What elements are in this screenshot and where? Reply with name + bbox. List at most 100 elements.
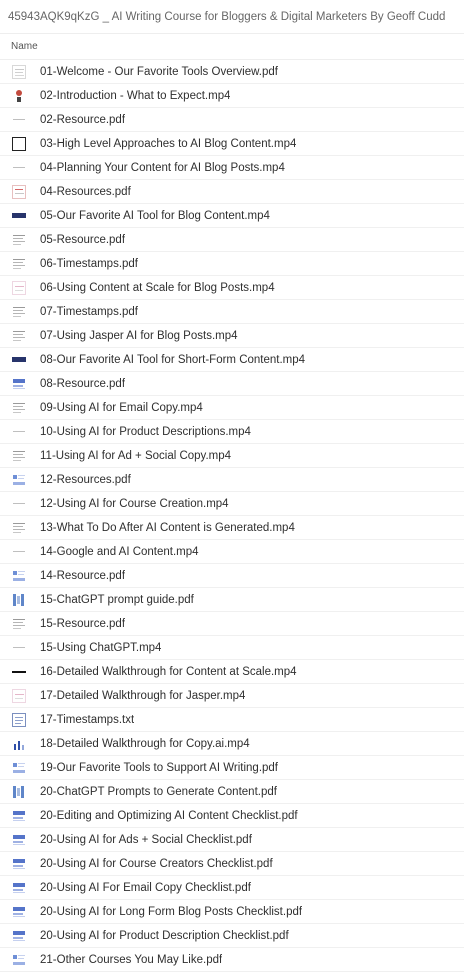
file-row[interactable]: 02-Introduction - What to Expect.mp4 xyxy=(0,84,464,108)
file-thumbnail-icon xyxy=(12,544,26,559)
file-thumbnail-icon xyxy=(12,832,26,847)
file-row[interactable]: 10-Using AI for Product Descriptions.mp4 xyxy=(0,420,464,444)
file-row[interactable]: 04-Planning Your Content for AI Blog Pos… xyxy=(0,156,464,180)
file-thumbnail-icon xyxy=(12,160,26,175)
file-row[interactable]: 07-Timestamps.pdf xyxy=(0,300,464,324)
file-name: 12-Resources.pdf xyxy=(40,473,131,486)
file-name: 20-Using AI for Ads + Social Checklist.p… xyxy=(40,833,252,846)
file-thumbnail-icon xyxy=(12,376,26,391)
file-name: 02-Introduction - What to Expect.mp4 xyxy=(40,89,231,102)
file-row[interactable]: 15-Resource.pdf xyxy=(0,612,464,636)
file-thumbnail-icon xyxy=(12,472,26,487)
file-thumbnail-icon xyxy=(12,184,26,199)
file-name: 14-Resource.pdf xyxy=(40,569,126,582)
file-thumbnail-icon xyxy=(12,136,26,151)
file-row[interactable]: 15-Using ChatGPT.mp4 xyxy=(0,636,464,660)
file-name: 20-Using AI for Product Description Chec… xyxy=(40,929,289,942)
file-thumbnail-icon xyxy=(12,400,26,415)
file-thumbnail-icon xyxy=(12,688,26,703)
file-name: 16-Detailed Walkthrough for Content at S… xyxy=(40,665,297,678)
file-name: 20-Using AI for Long Form Blog Posts Che… xyxy=(40,905,303,918)
file-thumbnail-icon xyxy=(12,112,26,127)
file-row[interactable]: 06-Using Content at Scale for Blog Posts… xyxy=(0,276,464,300)
file-row[interactable]: 18-Detailed Walkthrough for Copy.ai.mp4 xyxy=(0,732,464,756)
file-row[interactable]: 12-Using AI for Course Creation.mp4 xyxy=(0,492,464,516)
file-row[interactable]: 05-Our Favorite AI Tool for Blog Content… xyxy=(0,204,464,228)
column-header-label: Name xyxy=(11,41,38,52)
file-thumbnail-icon xyxy=(12,496,26,511)
file-name: 14-Google and AI Content.mp4 xyxy=(40,545,199,558)
file-row[interactable]: 01-Welcome - Our Favorite Tools Overview… xyxy=(0,60,464,84)
file-row[interactable]: 07-Using Jasper AI for Blog Posts.mp4 xyxy=(0,324,464,348)
title-bar: 45943AQK9qKzG _ AI Writing Course for Bl… xyxy=(0,0,464,34)
file-name: 15-Using ChatGPT.mp4 xyxy=(40,641,162,654)
file-name: 09-Using AI for Email Copy.mp4 xyxy=(40,401,203,414)
file-thumbnail-icon xyxy=(12,64,26,79)
file-name: 07-Timestamps.pdf xyxy=(40,305,138,318)
file-row[interactable]: 20-Using AI for Long Form Blog Posts Che… xyxy=(0,900,464,924)
file-thumbnail-icon xyxy=(12,232,26,247)
file-row[interactable]: 20-Using AI For Email Copy Checklist.pdf xyxy=(0,876,464,900)
file-row[interactable]: 20-Editing and Optimizing AI Content Che… xyxy=(0,804,464,828)
window-title: 45943AQK9qKzG _ AI Writing Course for Bl… xyxy=(8,10,446,23)
file-row[interactable]: 17-Detailed Walkthrough for Jasper.mp4 xyxy=(0,684,464,708)
file-thumbnail-icon xyxy=(12,640,26,655)
file-thumbnail-icon xyxy=(12,520,26,535)
file-name: 17-Timestamps.txt xyxy=(40,713,135,726)
file-row[interactable]: 20-Using AI for Ads + Social Checklist.p… xyxy=(0,828,464,852)
file-row[interactable]: 09-Using AI for Email Copy.mp4 xyxy=(0,396,464,420)
file-row[interactable]: 08-Resource.pdf xyxy=(0,372,464,396)
file-name: 04-Resources.pdf xyxy=(40,185,131,198)
file-row[interactable]: 19-Our Favorite Tools to Support AI Writ… xyxy=(0,756,464,780)
file-row[interactable]: 20-Using AI for Course Creators Checklis… xyxy=(0,852,464,876)
file-thumbnail-icon xyxy=(12,952,26,967)
file-row[interactable]: 08-Our Favorite AI Tool for Short-Form C… xyxy=(0,348,464,372)
file-name: 17-Detailed Walkthrough for Jasper.mp4 xyxy=(40,689,246,702)
file-name: 03-High Level Approaches to AI Blog Cont… xyxy=(40,137,297,150)
file-row[interactable]: 17-Timestamps.txt xyxy=(0,708,464,732)
file-row[interactable]: 15-ChatGPT prompt guide.pdf xyxy=(0,588,464,612)
file-name: 20-Editing and Optimizing AI Content Che… xyxy=(40,809,298,822)
file-row[interactable]: 13-What To Do After AI Content is Genera… xyxy=(0,516,464,540)
file-name: 01-Welcome - Our Favorite Tools Overview… xyxy=(40,65,278,78)
file-thumbnail-icon xyxy=(12,568,26,583)
file-thumbnail-icon xyxy=(12,616,26,631)
file-name: 19-Our Favorite Tools to Support AI Writ… xyxy=(40,761,278,774)
file-thumbnail-icon xyxy=(12,880,26,895)
file-name: 07-Using Jasper AI for Blog Posts.mp4 xyxy=(40,329,238,342)
file-name: 21-Other Courses You May Like.pdf xyxy=(40,953,223,966)
file-row[interactable]: 03-High Level Approaches to AI Blog Cont… xyxy=(0,132,464,156)
file-name: 05-Resource.pdf xyxy=(40,233,126,246)
file-name: 18-Detailed Walkthrough for Copy.ai.mp4 xyxy=(40,737,250,750)
file-list: 01-Welcome - Our Favorite Tools Overview… xyxy=(0,60,464,972)
file-row[interactable]: 06-Timestamps.pdf xyxy=(0,252,464,276)
file-name: 05-Our Favorite AI Tool for Blog Content… xyxy=(40,209,270,222)
file-name: 10-Using AI for Product Descriptions.mp4 xyxy=(40,425,251,438)
file-row[interactable]: 20-Using AI for Product Description Chec… xyxy=(0,924,464,948)
file-thumbnail-icon xyxy=(12,664,26,679)
file-name: 04-Planning Your Content for AI Blog Pos… xyxy=(40,161,285,174)
file-name: 20-ChatGPT Prompts to Generate Content.p… xyxy=(40,785,277,798)
file-thumbnail-icon xyxy=(12,89,26,103)
column-header-name[interactable]: Name xyxy=(0,34,464,60)
file-thumbnail-icon xyxy=(12,760,26,775)
file-thumbnail-icon xyxy=(12,328,26,343)
file-row[interactable]: 12-Resources.pdf xyxy=(0,468,464,492)
file-name: 20-Using AI For Email Copy Checklist.pdf xyxy=(40,881,251,894)
file-name: 20-Using AI for Course Creators Checklis… xyxy=(40,857,273,870)
file-row[interactable]: 02-Resource.pdf xyxy=(0,108,464,132)
file-row[interactable]: 14-Resource.pdf xyxy=(0,564,464,588)
file-thumbnail-icon xyxy=(12,256,26,271)
file-row[interactable]: 21-Other Courses You May Like.pdf xyxy=(0,948,464,972)
file-row[interactable]: 20-ChatGPT Prompts to Generate Content.p… xyxy=(0,780,464,804)
file-thumbnail-icon xyxy=(12,784,26,799)
file-thumbnail-icon xyxy=(12,280,26,295)
file-row[interactable]: 04-Resources.pdf xyxy=(0,180,464,204)
file-thumbnail-icon xyxy=(12,424,26,439)
file-thumbnail-icon xyxy=(12,592,26,607)
file-row[interactable]: 11-Using AI for Ad + Social Copy.mp4 xyxy=(0,444,464,468)
file-row[interactable]: 16-Detailed Walkthrough for Content at S… xyxy=(0,660,464,684)
file-row[interactable]: 14-Google and AI Content.mp4 xyxy=(0,540,464,564)
file-name: 11-Using AI for Ad + Social Copy.mp4 xyxy=(40,449,232,462)
file-row[interactable]: 05-Resource.pdf xyxy=(0,228,464,252)
